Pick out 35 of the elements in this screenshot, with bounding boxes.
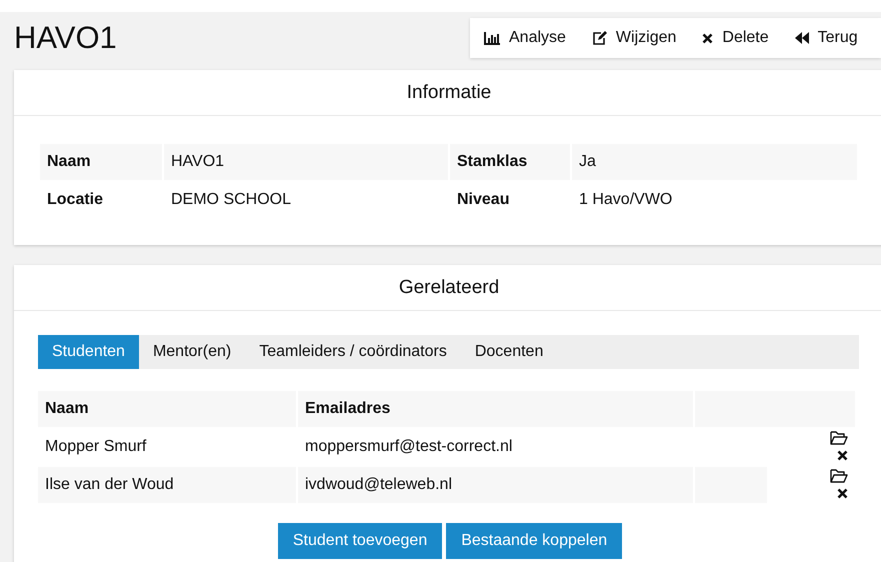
rewind-icon — [794, 32, 809, 44]
tab[interactable]: Mentor(en) — [138, 335, 246, 369]
page-title: HAVO1 — [14, 20, 117, 56]
field-label: Naam — [40, 144, 162, 180]
table-cell-text: Mopper Smurf — [44, 437, 148, 457]
table-cell: ivdwoud@teleweb.nl — [298, 467, 693, 503]
primary-button[interactable]: Bestaande koppelen — [446, 523, 622, 559]
toolbar-button[interactable]: Analyse — [484, 18, 578, 58]
field-value: 1 Havo/VWO — [578, 190, 674, 210]
card-title: Informatie — [14, 70, 881, 116]
field-value: HAVO1 — [164, 144, 448, 180]
field-label: Stamklas — [450, 144, 570, 180]
toolbar-button[interactable]: Terug — [794, 18, 870, 58]
tab[interactable]: Teamleiders / coördinators — [245, 335, 461, 369]
table-cell-text: moppersmurf@test-correct.nl — [304, 437, 514, 457]
edit-icon — [592, 31, 607, 45]
delete-icon[interactable] — [837, 488, 848, 500]
field-value: DEMO SCHOOL — [170, 190, 292, 210]
folder-icon[interactable] — [830, 430, 848, 445]
tab[interactable]: Docenten — [460, 335, 558, 369]
delete-icon[interactable] — [837, 450, 848, 462]
field-label: Locatie — [46, 190, 104, 210]
field-value: Ja — [572, 144, 857, 180]
close-icon — [702, 32, 714, 44]
column-header: Naam — [38, 391, 296, 427]
toolbar-button[interactable]: Wijzigen — [592, 18, 688, 58]
folder-icon[interactable] — [830, 468, 848, 483]
toolbar-button[interactable]: Delete — [702, 18, 781, 58]
card-title: Gerelateerd — [14, 265, 881, 311]
column-header: Emailadres — [298, 391, 693, 427]
primary-button[interactable]: Student toevoegen — [278, 523, 442, 559]
field-label: Niveau — [456, 190, 510, 210]
table-cell: Ilse van der Woud — [38, 467, 296, 503]
bar-chart-icon — [484, 32, 500, 44]
tab[interactable]: Studenten — [38, 335, 139, 369]
